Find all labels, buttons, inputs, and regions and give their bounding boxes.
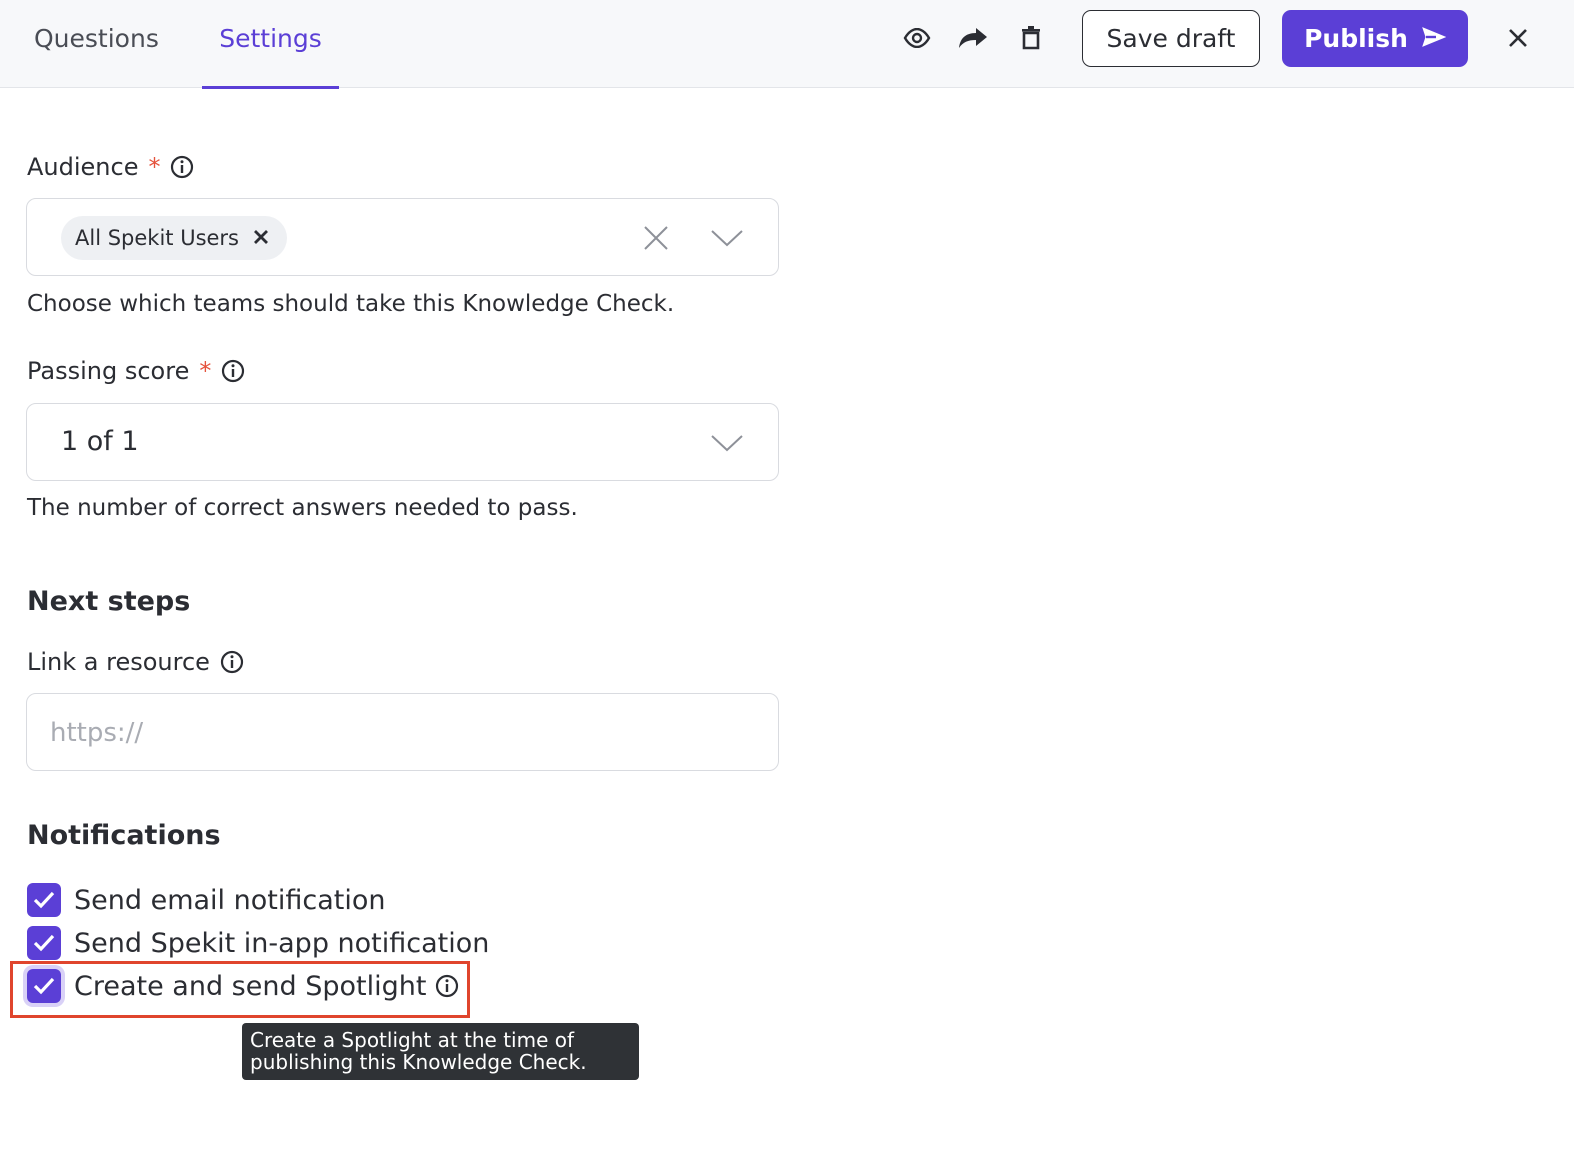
required-mark: * xyxy=(199,357,212,385)
link-resource-label-row: Link a resource xyxy=(27,648,244,676)
tab-questions[interactable]: Questions xyxy=(34,0,159,88)
next-steps-title: Next steps xyxy=(27,586,191,617)
trash-icon[interactable] xyxy=(1013,20,1049,56)
passing-score-label-row: Passing score * xyxy=(27,357,245,385)
required-mark: * xyxy=(148,153,161,181)
info-icon[interactable] xyxy=(221,359,245,383)
share-arrow-icon[interactable] xyxy=(955,20,991,56)
publish-button[interactable]: Publish xyxy=(1282,10,1468,67)
info-icon[interactable] xyxy=(170,155,194,179)
link-resource-placeholder: https:// xyxy=(50,718,144,748)
passing-score-helper: The number of correct answers needed to … xyxy=(27,495,578,521)
publish-label: Publish xyxy=(1304,24,1408,53)
passing-score-value: 1 of 1 xyxy=(61,426,139,457)
tab-settings[interactable]: Settings xyxy=(202,0,339,89)
checkbox-checked[interactable] xyxy=(27,883,61,917)
in-app-notification-option[interactable]: Send Spekit in-app notification xyxy=(27,926,489,960)
chevron-down-icon[interactable] xyxy=(711,434,743,456)
passing-score-label: Passing score xyxy=(27,357,190,385)
audience-helper: Choose which teams should take this Know… xyxy=(27,291,675,317)
notifications-title: Notifications xyxy=(27,820,221,851)
audience-label: Audience xyxy=(27,153,139,181)
audience-label-row: Audience * xyxy=(27,153,194,181)
close-icon[interactable] xyxy=(1500,20,1536,56)
email-notification-option[interactable]: Send email notification xyxy=(27,883,385,917)
link-resource-input[interactable]: https:// xyxy=(26,693,779,771)
chevron-down-icon[interactable] xyxy=(711,229,743,251)
passing-score-select[interactable]: 1 of 1 xyxy=(26,403,779,481)
audience-chip-label: All Spekit Users xyxy=(75,226,240,250)
audience-chip: All Spekit Users xyxy=(61,216,288,260)
spotlight-option[interactable]: Create and send Spotlight xyxy=(27,969,459,1003)
top-bar: Questions Settings Save draft Publish xyxy=(0,0,1574,89)
save-draft-label: Save draft xyxy=(1106,24,1236,53)
link-resource-label: Link a resource xyxy=(27,648,210,676)
info-icon[interactable] xyxy=(220,650,244,674)
send-icon xyxy=(1422,24,1447,53)
email-notification-label: Send email notification xyxy=(74,884,386,916)
in-app-notification-label: Send Spekit in-app notification xyxy=(74,927,490,959)
save-draft-button[interactable]: Save draft xyxy=(1082,10,1260,67)
checkbox-checked[interactable] xyxy=(27,969,61,1003)
clear-selection-icon[interactable] xyxy=(643,225,669,255)
spotlight-tooltip: Create a Spotlight at the time of publis… xyxy=(242,1023,639,1080)
checkbox-checked[interactable] xyxy=(27,926,61,960)
spotlight-label: Create and send Spotlight xyxy=(74,970,427,1002)
remove-chip-icon[interactable] xyxy=(253,226,269,250)
audience-select[interactable]: All Spekit Users xyxy=(26,198,779,276)
info-icon[interactable] xyxy=(435,974,459,998)
eye-icon[interactable] xyxy=(899,20,935,56)
